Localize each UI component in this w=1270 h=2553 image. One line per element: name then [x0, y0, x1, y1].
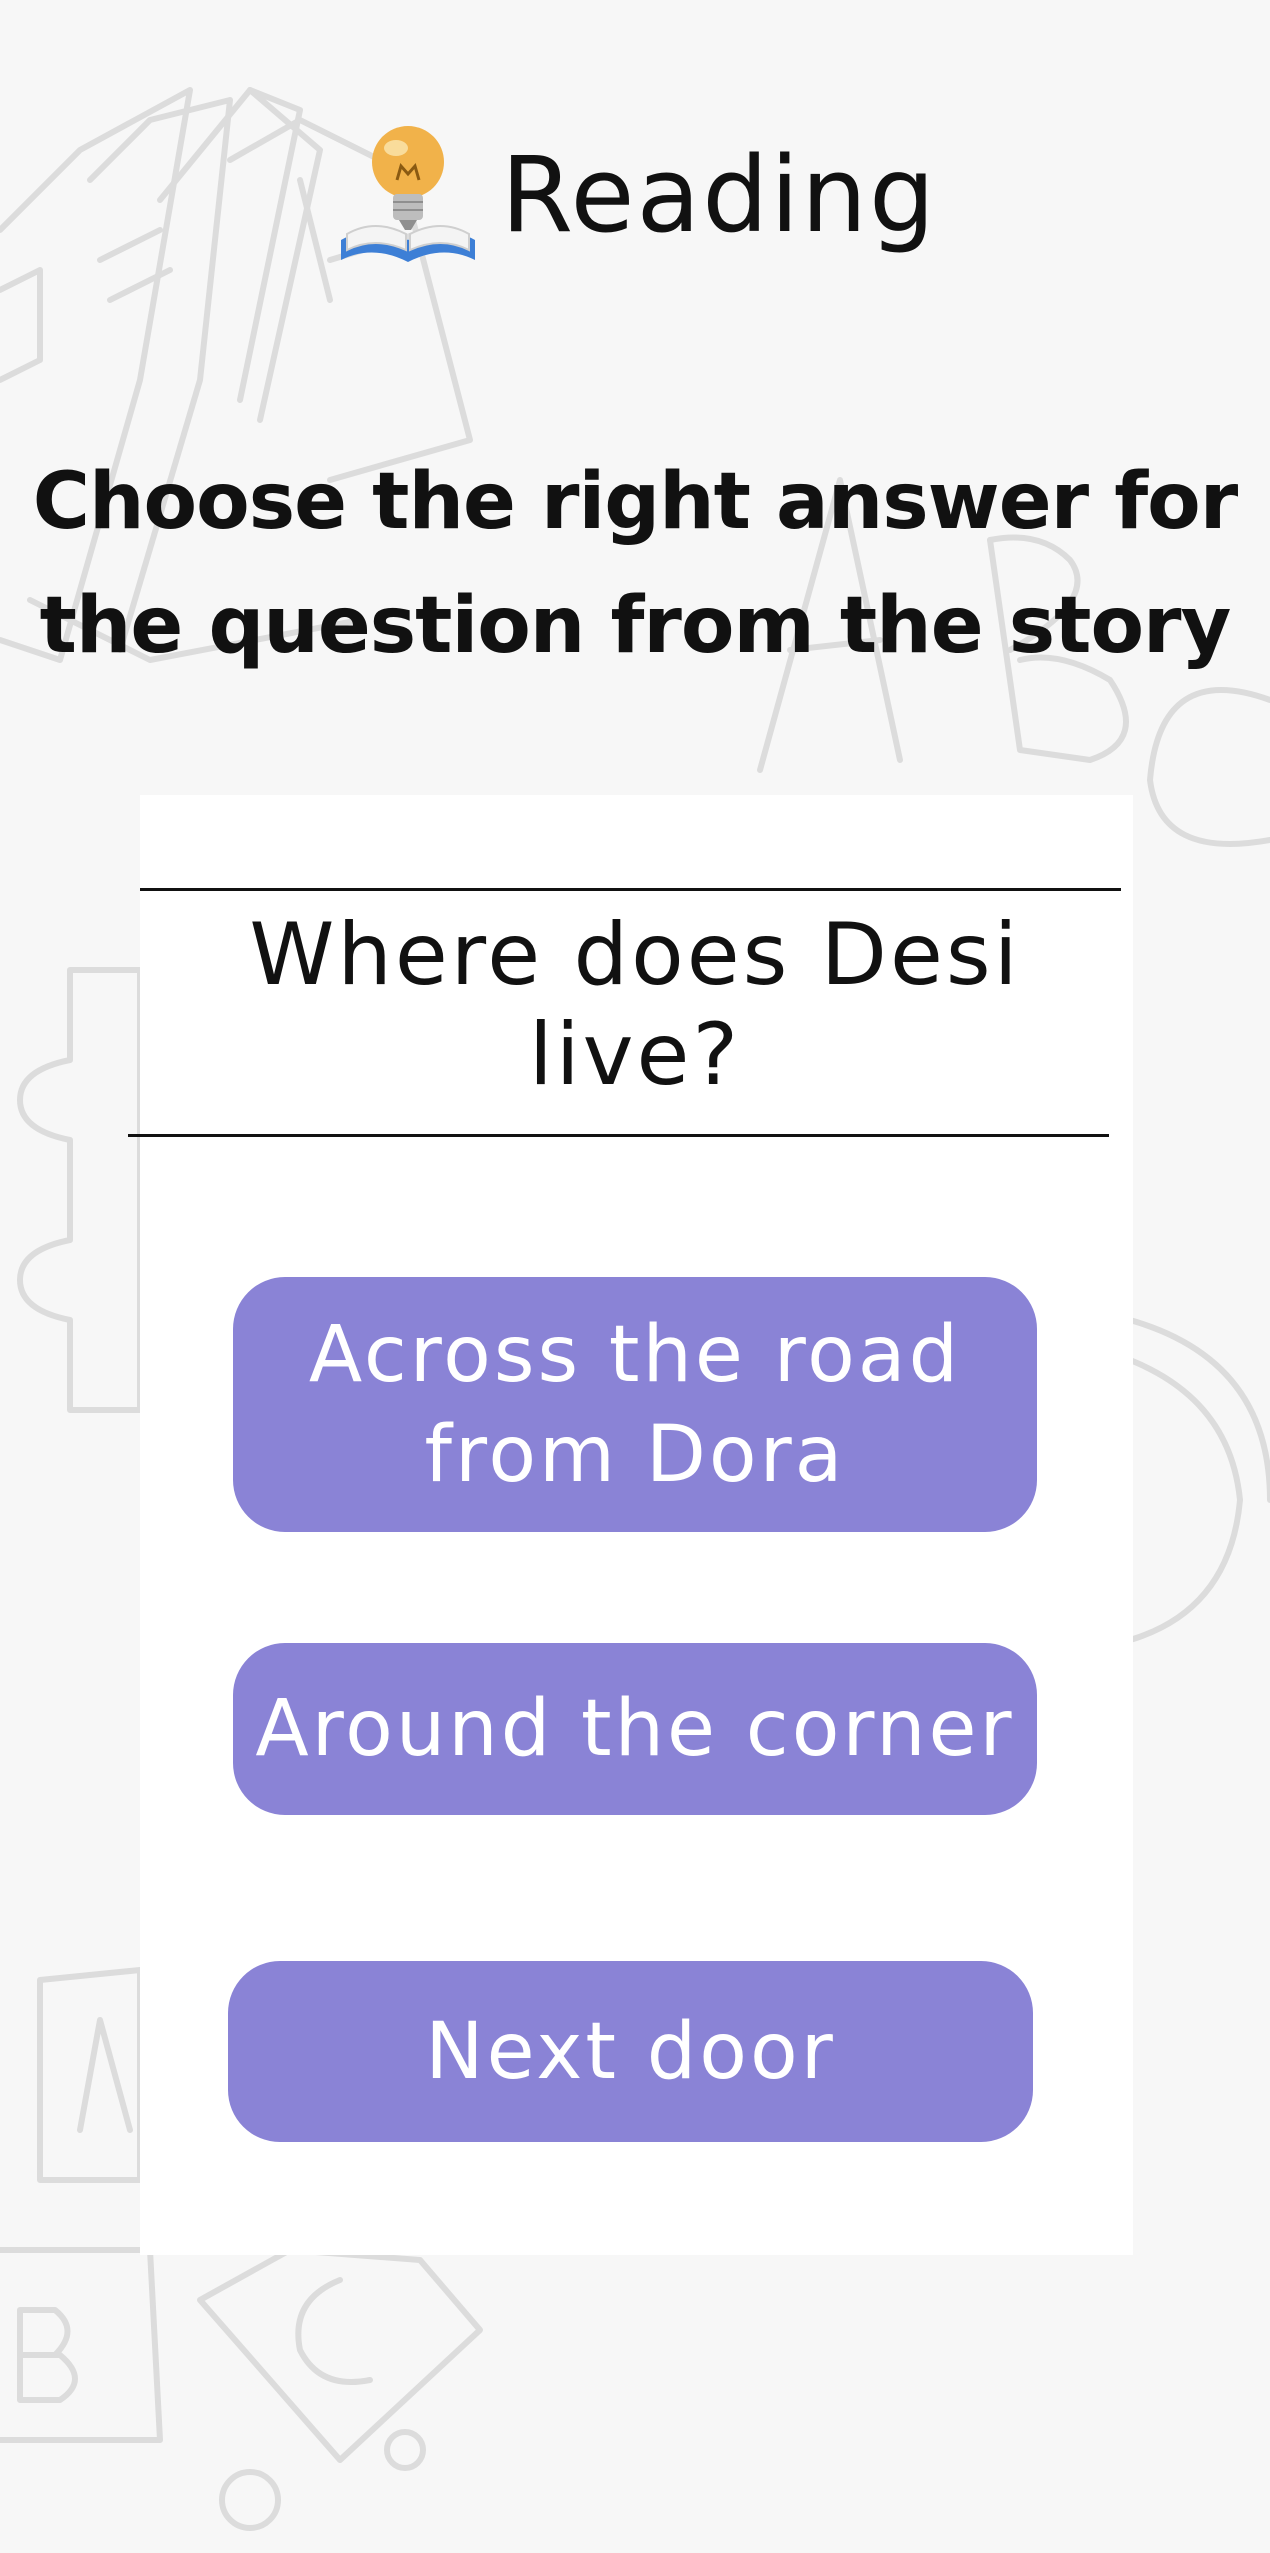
answer-option-label: Across the road from Dora — [308, 1309, 962, 1500]
question-divider-top — [140, 888, 1121, 891]
page-title: Reading — [500, 134, 938, 256]
answer-option-1[interactable]: Across the road from Dora — [233, 1277, 1037, 1532]
reading-quiz-page: Reading Choose the right answer for the … — [0, 0, 1270, 2553]
answer-option-label: Around the corner — [255, 1684, 1015, 1774]
answer-option-2[interactable]: Around the corner — [233, 1643, 1037, 1815]
instruction-text: Choose the right answer for the question… — [32, 457, 1238, 671]
question-divider-bottom — [128, 1134, 1109, 1137]
question-text: Where does Desi live? — [249, 905, 1021, 1105]
puzzle-doodle — [17, 967, 143, 1413]
page-header: Reading — [0, 110, 1270, 280]
answer-option-3[interactable]: Next door — [228, 1961, 1033, 2142]
book-lightbulb-icon — [340, 126, 475, 262]
arc-doodle — [1127, 1317, 1270, 1643]
answer-option-label: Next door — [425, 2006, 836, 2097]
